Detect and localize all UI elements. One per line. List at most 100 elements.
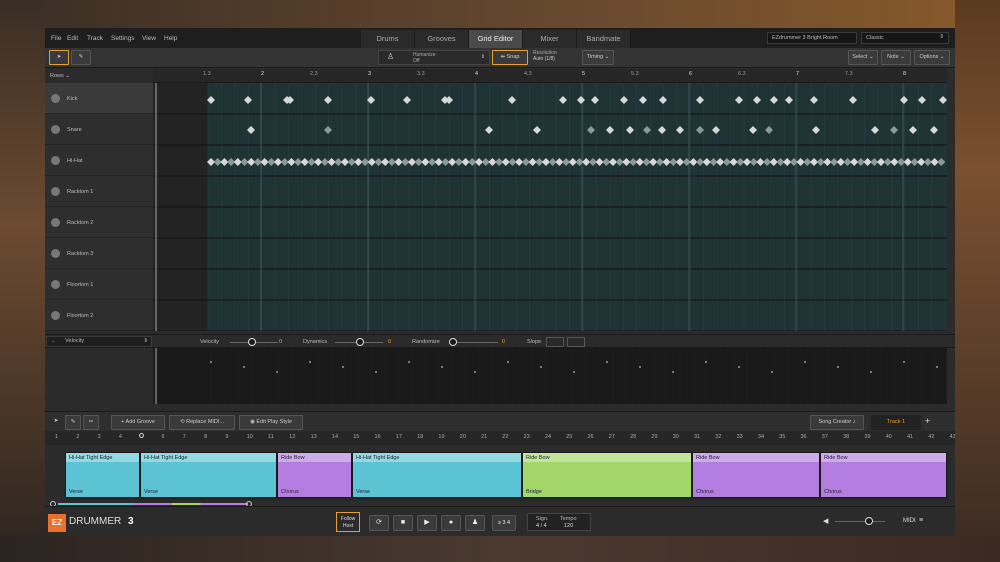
note-hit[interactable] [749, 126, 757, 134]
follow-host-button[interactable]: Follow Host [336, 512, 360, 532]
note-hit[interactable] [735, 96, 743, 104]
velocity-point[interactable] [804, 361, 806, 363]
velocity-lane[interactable] [153, 348, 947, 404]
grid-ruler[interactable]: 1.3 2 2.3 3 3.3 4 4.3 5 5.3 6 6.3 7 7.3 8 [153, 69, 947, 83]
song-clip[interactable]: Ride Bow Bridge [522, 452, 692, 498]
timing-button[interactable]: Timing ⌄ [582, 50, 614, 65]
note-hit[interactable] [403, 96, 411, 104]
song-playhead[interactable] [139, 433, 144, 438]
edit-play-style-button[interactable]: ◉ Edit Play Style [239, 415, 303, 430]
velocity-point[interactable] [837, 366, 839, 368]
velocity-point[interactable] [210, 361, 212, 363]
midi-label[interactable]: MIDI [903, 518, 916, 524]
song-split-button[interactable]: ✂ [83, 415, 99, 430]
slope-down-button[interactable] [567, 337, 585, 347]
tab-grooves[interactable]: Grooves [415, 30, 469, 48]
note-hit[interactable] [918, 96, 926, 104]
song-pointer-button[interactable]: ➤ [48, 415, 64, 430]
note-hit[interactable] [324, 126, 332, 134]
song-clip[interactable]: Ride Bow Chorus [820, 452, 947, 498]
note-hit[interactable] [930, 126, 938, 134]
song-ruler[interactable]: 1234567891011121314151617181920212223242… [45, 431, 955, 445]
menu-help[interactable]: Help [164, 35, 177, 42]
song-clip[interactable]: Hi-Hat Tight Edge Verse [352, 452, 522, 498]
velocity-point[interactable] [474, 371, 476, 373]
song-zoom-scroll[interactable] [50, 501, 252, 507]
tab-bandmate[interactable]: Bandmate [577, 30, 631, 48]
note-hit[interactable] [485, 126, 493, 134]
velocity-point[interactable] [738, 366, 740, 368]
pencil-tool-button[interactable]: ✎ [71, 50, 91, 65]
menu-settings[interactable]: Settings [111, 35, 135, 42]
note-grid[interactable] [153, 83, 947, 331]
loop-button[interactable]: ⟳ [369, 515, 389, 531]
note-hit[interactable] [533, 126, 541, 134]
add-track-button[interactable]: + [925, 416, 930, 426]
note-hit[interactable] [812, 126, 820, 134]
velocity-point[interactable] [375, 371, 377, 373]
note-hit[interactable] [939, 96, 947, 104]
note-hit[interactable] [765, 126, 773, 134]
velocity-point[interactable] [507, 361, 509, 363]
velocity-point[interactable] [903, 361, 905, 363]
velocity-point[interactable] [639, 366, 641, 368]
note-hit[interactable] [696, 126, 704, 134]
velocity-point[interactable] [771, 371, 773, 373]
note-hit[interactable] [591, 96, 599, 104]
velocity-point[interactable] [573, 371, 575, 373]
note-hit[interactable] [696, 96, 704, 104]
dynamics-slider-handle[interactable] [356, 338, 364, 346]
add-groove-button[interactable]: + Add Groove [111, 415, 165, 430]
velocity-point[interactable] [870, 371, 872, 373]
note-hit[interactable] [658, 126, 666, 134]
record-button[interactable]: ● [441, 515, 461, 531]
tab-grid-editor[interactable]: Grid Editor [469, 30, 523, 48]
menu-file[interactable]: File [51, 35, 61, 42]
velocity-point[interactable] [243, 366, 245, 368]
pointer-tool-button[interactable]: ➤ [49, 50, 69, 65]
midi-menu-icon[interactable]: ≡ [919, 517, 923, 524]
note-hit[interactable] [770, 96, 778, 104]
note-hit[interactable] [849, 96, 857, 104]
row-hi-hat[interactable]: Hi-Hat [45, 145, 153, 176]
note-hit[interactable] [559, 96, 567, 104]
lane-select[interactable]: ⌄ Velocity ⇕ [46, 336, 152, 347]
count-in-button[interactable]: ≥ 3 4 [492, 515, 516, 531]
tab-mixer[interactable]: Mixer [523, 30, 577, 48]
song-clip[interactable]: Hi-Hat Tight Edge Verse [140, 452, 277, 498]
style-select[interactable]: Classic ⇕ [861, 32, 949, 44]
slope-up-button[interactable] [546, 337, 564, 347]
row-floortom-1[interactable]: Floortom 1 [45, 269, 153, 300]
replace-midi-button[interactable]: ⟲ Replace MIDI... [169, 415, 235, 430]
velocity-point[interactable] [408, 361, 410, 363]
sign-tempo-display[interactable]: Sign. 4 / 4 Tempo 120 [527, 513, 591, 531]
velocity-slider-handle[interactable] [248, 338, 256, 346]
note-hit[interactable] [659, 96, 667, 104]
velocity-point[interactable] [606, 361, 608, 363]
song-clip[interactable]: Hi-Hat Tight Edge Verse [65, 452, 140, 498]
velocity-point[interactable] [540, 366, 542, 368]
note-hit[interactable] [785, 96, 793, 104]
row-racktom-1[interactable]: Racktom 1 [45, 176, 153, 207]
note-hit[interactable] [626, 126, 634, 134]
note-hit[interactable] [587, 126, 595, 134]
note-hit[interactable] [445, 96, 453, 104]
note-hit[interactable] [639, 96, 647, 104]
track-tab[interactable]: Track 1 [871, 415, 921, 430]
song-clip[interactable]: Ride Bow Chorus [277, 452, 352, 498]
velocity-point[interactable] [441, 366, 443, 368]
note-hit[interactable] [606, 126, 614, 134]
note-hit[interactable] [753, 96, 761, 104]
row-floortom-2[interactable]: Floortom 2 [45, 300, 153, 331]
menu-view[interactable]: View [142, 35, 156, 42]
snap-button[interactable]: ⇹ Snap [492, 50, 528, 65]
kit-select[interactable]: EZdrummer 3 Bright Room [767, 32, 857, 44]
song-pencil-button[interactable]: ✎ [65, 415, 81, 430]
stop-button[interactable]: ■ [393, 515, 413, 531]
tab-drums[interactable]: Drums [361, 30, 415, 48]
velocity-point[interactable] [276, 371, 278, 373]
song-creator-button[interactable]: Song Creator ♪ [810, 415, 864, 430]
volume-slider[interactable] [835, 521, 885, 522]
velocity-point[interactable] [342, 366, 344, 368]
note-hit[interactable] [508, 96, 516, 104]
